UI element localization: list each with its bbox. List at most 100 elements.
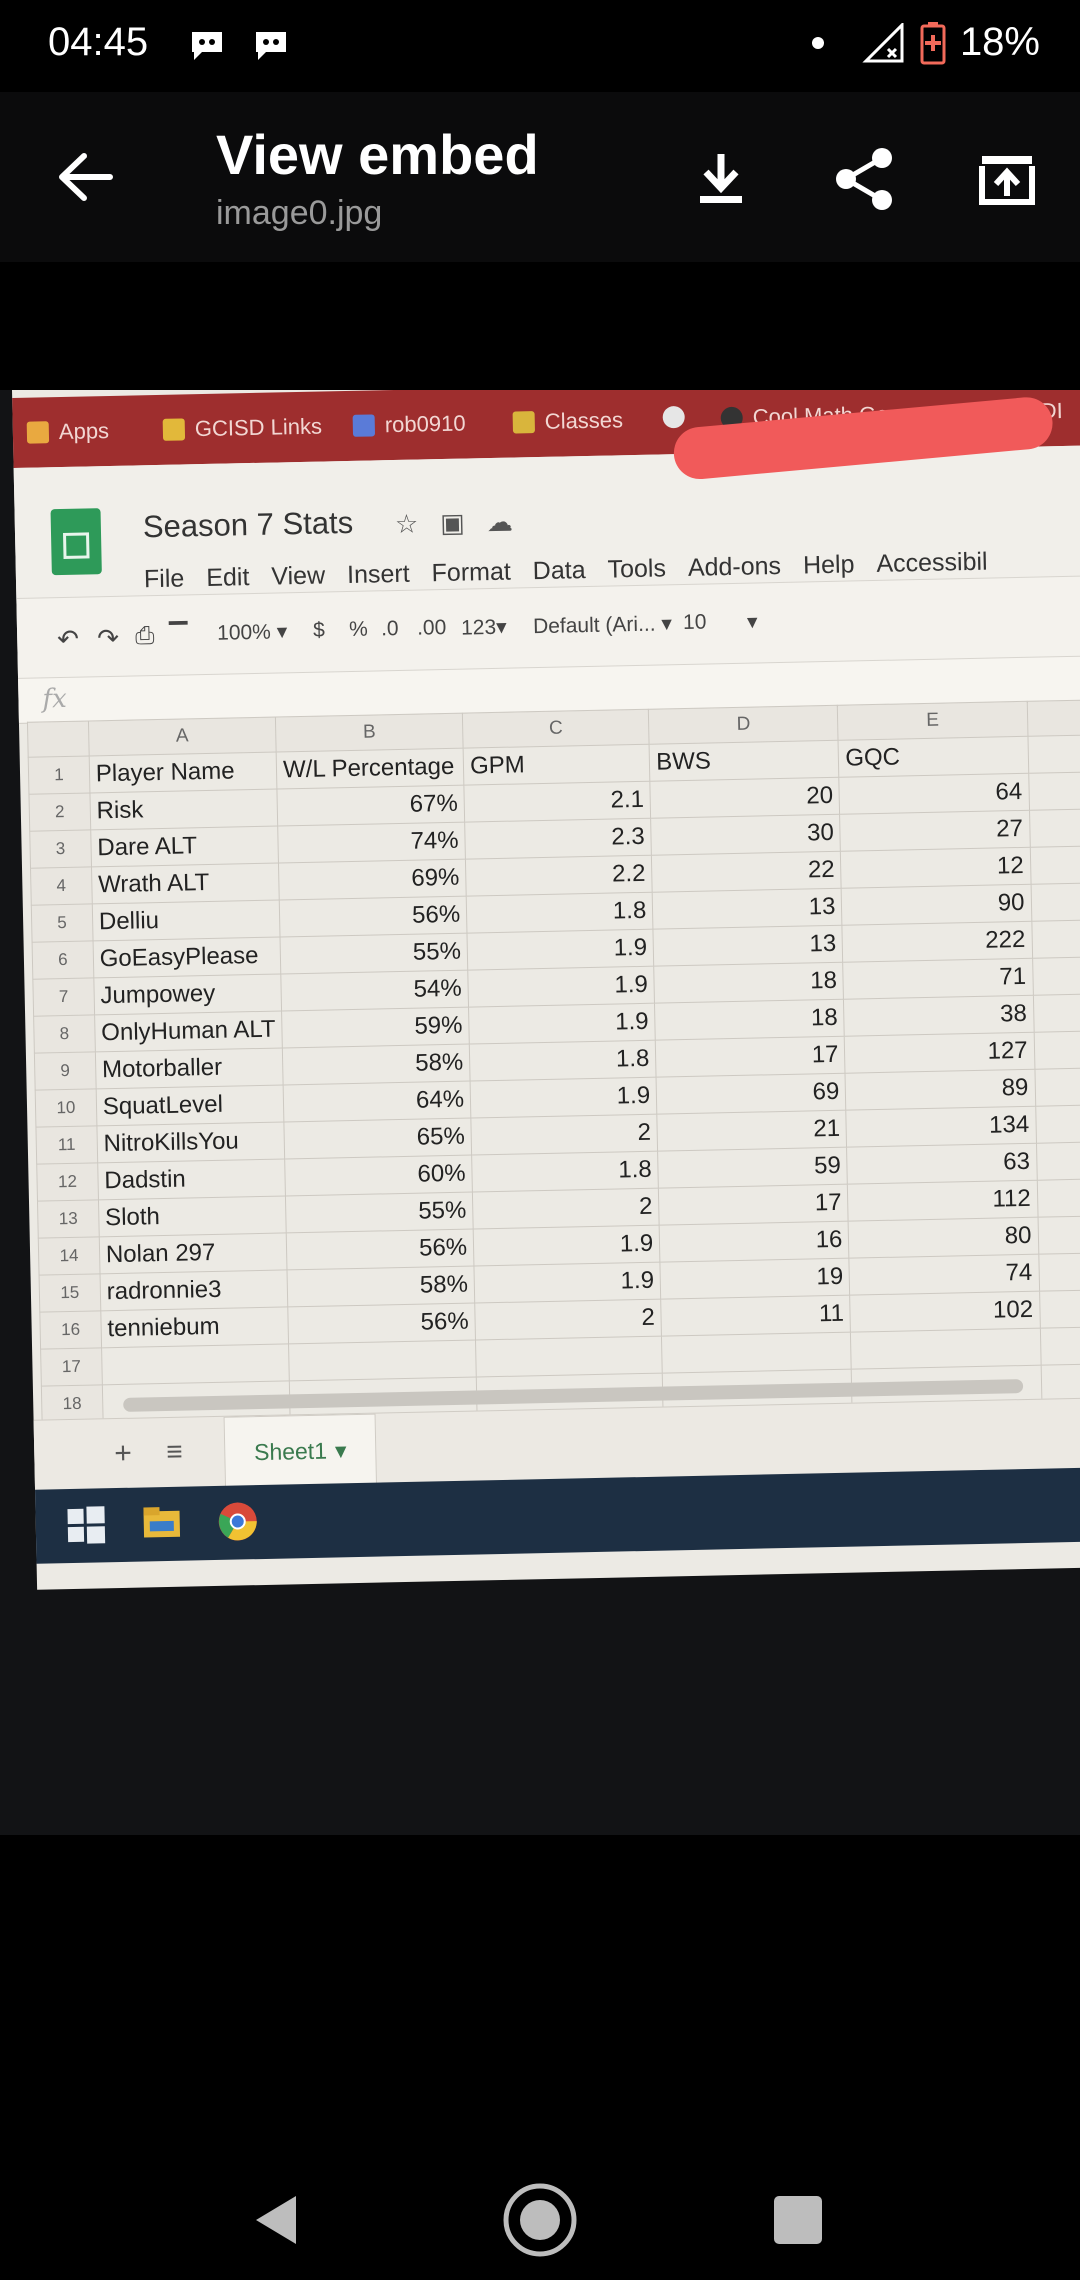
recents-square-icon[interactable] xyxy=(758,2180,838,2260)
bookmark-gcisd-links: GCISD Links xyxy=(162,414,323,443)
table-cell: 2 xyxy=(474,1299,662,1341)
table-cell: 2.2 xyxy=(465,855,653,897)
table-cell: 74 xyxy=(849,1254,1040,1296)
table-cell: 2 xyxy=(472,1188,660,1230)
table-cell xyxy=(475,1336,663,1377)
table-cell xyxy=(1033,1030,1080,1070)
table-cell xyxy=(1027,734,1080,774)
table-cell: 59 xyxy=(657,1147,848,1189)
table-cell: Sloth xyxy=(98,1195,287,1237)
spreadsheet-grid: A B C D E 1 Player Name W/L Percentage GPM B… xyxy=(27,699,1080,1424)
table-cell xyxy=(1036,1141,1080,1181)
home-circle-icon[interactable] xyxy=(500,2180,580,2260)
table-cell: GQC xyxy=(838,736,1029,778)
discord-notification-icon xyxy=(192,32,222,60)
table-cell: radronnie3 xyxy=(99,1269,288,1311)
row-number: 8 xyxy=(33,1014,96,1054)
table-cell xyxy=(1031,919,1080,959)
bookmark-icon xyxy=(352,414,376,437)
table-cell: 27 xyxy=(839,810,1030,852)
table-cell: 58% xyxy=(287,1266,475,1307)
table-cell: 1.8 xyxy=(471,1151,659,1193)
table-cell: 56% xyxy=(279,896,468,938)
table-cell: 134 xyxy=(846,1106,1037,1148)
table-cell xyxy=(1039,1326,1080,1366)
table-cell: Wrath ALT xyxy=(91,863,280,904)
table-cell: 80 xyxy=(848,1217,1039,1259)
google-sheets-logo-icon xyxy=(50,508,102,576)
table-cell: 12 xyxy=(840,847,1031,889)
table-cell: tenniebum xyxy=(100,1306,289,1348)
table-cell: 112 xyxy=(847,1180,1038,1222)
table-cell: 222 xyxy=(842,921,1033,963)
paint-format-icon: ▔ xyxy=(168,622,188,650)
embedded-image[interactable]: Apps GCISD Links rob0910 Classes Cool Ma… xyxy=(0,390,1080,1835)
table-cell: 17 xyxy=(655,1036,846,1078)
table-cell: NitroKillsYou xyxy=(96,1121,285,1163)
currency-format: $ xyxy=(312,618,326,642)
bookmark-rob0910: rob0910 xyxy=(352,411,466,439)
row-number: 7 xyxy=(32,977,95,1017)
table-cell: 74% xyxy=(277,822,466,864)
download-icon[interactable] xyxy=(686,144,756,214)
table-cell: 18 xyxy=(654,999,845,1041)
classroom-icon xyxy=(512,411,536,434)
status-bar: 04:45 18% xyxy=(0,0,1080,92)
table-cell: 1.9 xyxy=(468,1003,656,1045)
status-time: 04:45 xyxy=(48,20,149,64)
table-cell: 18 xyxy=(653,962,844,1004)
bookmark-classes: Classes xyxy=(512,407,624,435)
table-cell: 55% xyxy=(285,1192,474,1233)
table-cell xyxy=(101,1343,290,1385)
print-icon: ⎙ xyxy=(134,622,155,650)
table-cell: 69 xyxy=(656,1073,847,1115)
cloud-status-icon: ☁ xyxy=(486,507,514,539)
table-cell: 90 xyxy=(841,884,1032,926)
column-header-b: B xyxy=(275,713,464,753)
row-number: 17 xyxy=(40,1347,103,1387)
font-size-select: 10 xyxy=(682,610,707,634)
file-name: image0.jpg xyxy=(216,194,383,232)
table-cell: 1.9 xyxy=(467,929,654,971)
apps-grid-icon xyxy=(26,421,50,444)
table-cell: 71 xyxy=(843,958,1033,1000)
row-number: 1 xyxy=(28,755,90,795)
menu-data: Data xyxy=(532,556,586,586)
share-icon[interactable] xyxy=(830,144,900,214)
row-number: 3 xyxy=(29,829,92,869)
table-cell: 89 xyxy=(845,1069,1036,1111)
row-number: 15 xyxy=(39,1273,101,1313)
row-number: 11 xyxy=(35,1125,98,1165)
table-cell: 67% xyxy=(277,785,465,827)
table-cell xyxy=(288,1340,477,1381)
back-arrow-icon[interactable] xyxy=(50,142,120,212)
table-cell: GoEasyPlease xyxy=(92,937,281,978)
table-cell xyxy=(1029,845,1080,885)
signal-icon xyxy=(862,22,904,62)
table-cell: 2.1 xyxy=(463,781,651,823)
table-cell: 30 xyxy=(650,814,841,856)
table-cell: 58% xyxy=(282,1044,471,1085)
menu-view: View xyxy=(271,561,326,591)
table-cell: 64% xyxy=(283,1081,471,1122)
table-cell xyxy=(1032,956,1080,996)
table-cell: GPM xyxy=(463,744,651,786)
undo-icon: ↶ xyxy=(56,623,80,655)
app-bar: View embed image0.jpg xyxy=(0,92,1080,262)
battery-icon xyxy=(920,21,946,64)
dot-icon xyxy=(811,36,824,49)
table-cell: 20 xyxy=(650,777,840,819)
document-title: Season 7 Stats xyxy=(142,504,354,545)
table-cell: Risk xyxy=(89,789,278,830)
table-cell: 2.3 xyxy=(464,818,652,860)
table-cell: Nolan 297 xyxy=(99,1232,288,1274)
column-header-a: A xyxy=(88,717,277,756)
open-external-icon[interactable] xyxy=(972,144,1042,214)
table-cell: 1.8 xyxy=(469,1040,657,1082)
windows-start-icon xyxy=(67,1506,106,1544)
table-cell: 65% xyxy=(283,1118,472,1159)
row-number: 13 xyxy=(37,1199,100,1239)
back-triangle-icon[interactable] xyxy=(238,2180,318,2260)
table-cell xyxy=(661,1332,852,1374)
table-cell: 13 xyxy=(653,925,844,967)
